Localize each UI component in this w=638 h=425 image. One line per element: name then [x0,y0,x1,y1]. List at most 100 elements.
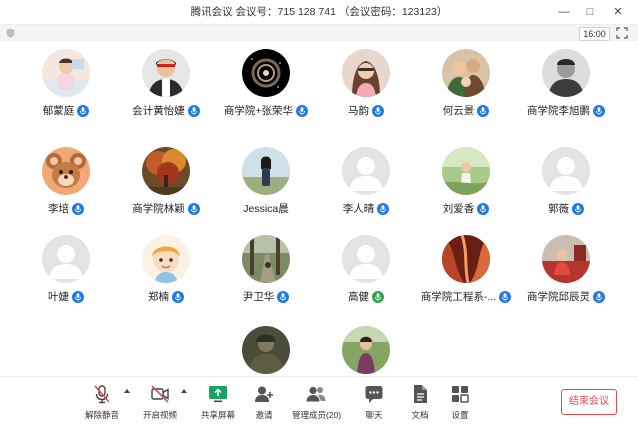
participant-name-row: 郁蒙庭 [11,103,121,119]
grid-settings-icon [452,386,469,403]
share-screen-icon [209,386,227,403]
participant-name: 商学院林颖 [132,203,185,216]
participant-name-row: 尹卫华 [211,289,321,305]
unmute-button[interactable]: 解除静音 [84,383,120,423]
window-title: 腾讯会议 会议号：715 128 741 （会议密码：123123） [190,6,448,18]
participant-name-row: 李培 [11,201,121,217]
share-screen-button[interactable]: 共享屏幕 [200,383,236,423]
participant-name: 商学院李旭鹏 [527,105,590,118]
participant-name: 郁蒙庭 [42,105,75,118]
participant-avatar [542,235,590,283]
participant-name: 郑楠 [148,291,169,304]
maximize-button[interactable]: □ [578,0,602,24]
participant-tile[interactable]: Jessica晨 [211,139,321,229]
meeting-toolbar: 解除静音 开启视频 共享屏幕 邀请 管理成员(20) 聊天 文档 设置 [0,376,638,425]
participant-tile[interactable]: 郁蒙庭 [11,41,121,131]
participant-name: 尹卫华 [242,291,275,304]
participant-avatar [242,326,290,374]
participant-name: 叶婕 [48,291,69,304]
participant-tile[interactable]: 郑楠 [111,227,221,317]
chat-icon [365,386,383,403]
settings-button[interactable]: 设置 [444,383,476,423]
mic-icon [593,105,605,118]
end-meeting-button[interactable]: 结束会议 [561,389,617,415]
participant-avatar [242,147,290,195]
meeting-info-bar: 16:00 [0,25,638,41]
shield-icon[interactable] [6,28,15,38]
participant-name-row: 叶婕 [11,289,121,305]
participant-tile[interactable]: 郭薇 [511,139,621,229]
participant-name-row: 商学院邱辰灵 [511,289,621,305]
mic-icon [77,105,90,118]
participant-tile[interactable]: 何云景 [411,41,521,131]
participant-avatar [442,147,490,195]
participant-name: 李人晴 [342,203,375,216]
participant-avatar [342,49,390,97]
window-titlebar: 腾讯会议 会议号：715 128 741 （会议密码：123123） — □ ✕ [0,0,638,25]
participant-name: 刘爱香 [442,203,475,216]
mic-icon [172,291,184,304]
participant-name: 高健 [348,291,369,304]
mic-muted-icon [94,385,110,404]
mic-icon [572,203,584,216]
participant-name-row: 刘爱香 [411,201,521,217]
participant-tile[interactable]: 会计黄怡婕 [111,41,221,131]
settings-label: 设置 [451,410,469,420]
participant-tile[interactable]: 李培 [11,139,121,229]
participant-avatar [442,235,490,283]
participant-tile[interactable]: 叶婕 [11,227,121,317]
manage-members-label: 管理成员(20) [292,410,342,420]
participant-tile[interactable]: 高健 [311,227,421,317]
add-user-icon [255,386,273,402]
unmute-label: 解除静音 [84,410,119,420]
mic-icon [296,105,309,118]
participant-name: 商学院+张荣华 [223,105,294,118]
participant-tile[interactable]: 李人晴 [311,139,421,229]
participant-name: 商学院工程系-... [420,291,497,304]
default-avatar-icon [42,235,90,283]
participant-name: 会计黄怡婕 [132,105,185,118]
mic-icon [593,291,605,304]
members-icon [306,386,326,402]
minimize-button[interactable]: — [552,0,576,24]
camera-off-icon [151,385,169,403]
participant-avatar [242,49,290,97]
audio-options-caret-icon[interactable] [124,389,130,393]
invite-label: 邀请 [255,410,273,420]
mic-icon [477,203,490,216]
default-avatar-icon [542,147,590,195]
close-button[interactable]: ✕ [606,0,630,24]
participant-avatar [242,235,290,283]
start-video-button[interactable]: 开启视频 [142,383,178,423]
share-screen-label: 共享屏幕 [200,410,235,420]
participant-name-row: 会计黄怡婕 [111,103,221,119]
participant-tile[interactable]: 马韵 [311,41,421,131]
chat-button[interactable]: 聊天 [358,383,390,423]
participant-tile[interactable]: 刘爱香 [411,139,521,229]
participant-tile[interactable]: 商学院+张荣华 [211,41,321,131]
participant-name-row: 商学院李旭鹏 [511,103,621,119]
participant-name-row: 郭薇 [511,201,621,217]
participant-avatar [142,147,190,195]
participant-name-row: 何云景 [411,103,521,119]
participant-tile[interactable]: 尹卫华 [211,227,321,317]
documents-button[interactable]: 文档 [404,383,436,423]
participant-name-row: 商学院林颖 [111,201,221,217]
video-options-caret-icon[interactable] [181,389,187,393]
document-icon [414,385,427,403]
participant-tile[interactable]: 商学院李旭鹏 [511,41,621,131]
participant-name-row: 商学院工程系-... [411,289,521,305]
participant-name: 郭薇 [548,203,569,216]
mic-icon [372,105,384,118]
invite-button[interactable]: 邀请 [248,383,280,423]
default-avatar-icon [342,147,390,195]
fullscreen-icon[interactable] [616,27,628,39]
participant-tile[interactable]: 商学院工程系-... [411,227,521,317]
participant-avatar [42,49,90,97]
participant-tile[interactable]: 商学院林颖 [111,139,221,229]
participant-tile[interactable]: 商学院邱辰灵 [511,227,621,317]
participant-name: Jessica晨 [243,203,289,216]
manage-members-button[interactable]: 管理成员(20) [292,383,342,423]
documents-label: 文档 [411,410,429,420]
mic-icon [187,105,200,118]
